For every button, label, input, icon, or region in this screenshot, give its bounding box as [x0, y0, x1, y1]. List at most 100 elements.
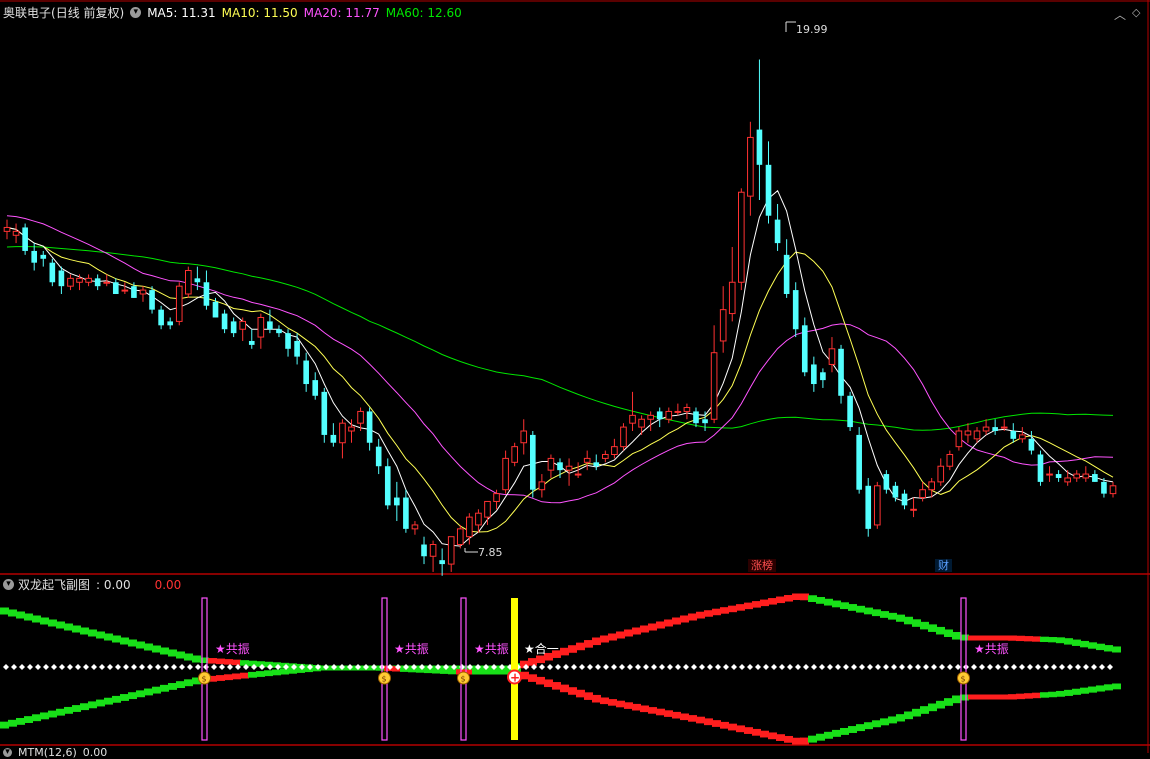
lower-dragon-line [1000, 694, 1009, 700]
candle-body [656, 411, 663, 420]
candle-body [611, 446, 618, 455]
upper-dragon-line [848, 604, 857, 611]
candle-body [873, 485, 881, 526]
diamond-nav-icon[interactable]: ◇ [1132, 6, 1140, 19]
candle-body [12, 230, 20, 236]
upper-dragon-line [1072, 639, 1081, 646]
upper-dragon-line [736, 604, 745, 611]
lower-dragon-line [616, 700, 625, 708]
upper-dragon-line [248, 660, 257, 667]
ma20-value: MA20: 11.77 [303, 5, 380, 20]
lower-dragon-line [648, 707, 657, 714]
candle-body [765, 164, 772, 216]
lower-dragon-line [680, 713, 689, 721]
upper-dragon-line [1064, 638, 1073, 645]
candle-body [484, 500, 491, 518]
finance-badge[interactable]: 财 [935, 559, 952, 572]
upper-dragon-line [72, 625, 81, 633]
upper-dragon-line [1040, 636, 1049, 643]
chevron-down-icon[interactable]: ▾ [3, 579, 14, 590]
lower-dragon-line [144, 688, 153, 696]
candle-body [502, 457, 509, 491]
candle-body [801, 325, 808, 373]
candle-body [602, 453, 609, 459]
candle-body [946, 453, 954, 467]
chevron-up-icon[interactable]: ︿ [1114, 6, 1126, 23]
main-header: 奥联电子 (日线 前复权) ▾ MA5: 11.31 MA10: 11.50 M… [3, 4, 462, 21]
lower-dragon-line [528, 674, 537, 682]
lower-dragon-line [424, 667, 433, 674]
upper-dragon-line [832, 600, 841, 608]
candle-body [131, 286, 137, 298]
candle-body [1019, 434, 1026, 440]
candle-body [1010, 431, 1017, 439]
stock-name[interactable]: 奥联电子 [3, 4, 51, 21]
lower-dragon-line [184, 679, 193, 687]
upper-dragon-line [200, 657, 209, 664]
lower-dragon-line [744, 727, 753, 734]
upper-dragon-line [136, 641, 145, 649]
lower-dragon-line [1016, 693, 1025, 700]
lower-dragon-line [1056, 690, 1065, 697]
candle-body [303, 360, 309, 385]
candle-body [276, 329, 282, 334]
upper-dragon-line [1024, 636, 1033, 642]
lower-dragon-line [160, 684, 169, 692]
lower-dragon-line [824, 731, 833, 739]
upper-dragon-line [608, 633, 617, 641]
indicator-name[interactable]: 双龙起飞副图 [18, 576, 90, 593]
candle-body [583, 457, 591, 463]
upper-dragon-line [216, 658, 225, 665]
upper-dragon-line [192, 655, 201, 663]
upper-dragon-line [800, 593, 809, 601]
lower-dragon-line [1048, 691, 1057, 698]
lower-dragon-line [624, 702, 633, 709]
candle-body [1000, 426, 1008, 429]
resonance-signal: ★共振 [974, 642, 1009, 656]
lower-dragon-line [248, 671, 257, 678]
upper-dragon-line [624, 629, 633, 637]
lower-dragon-line [896, 714, 905, 722]
lower-dragon-line [288, 667, 297, 674]
candle-body [955, 430, 963, 448]
candle-body [910, 508, 917, 511]
candle-body [58, 270, 65, 287]
candle-body [992, 427, 998, 431]
candle-body [1109, 485, 1117, 495]
upper-dragon-line [920, 621, 929, 630]
candle-body [811, 364, 817, 385]
lower-dragon-line [608, 699, 617, 706]
candle-body [665, 410, 673, 420]
period-label[interactable]: (日线 前复权) [51, 4, 124, 21]
chevron-down-icon[interactable]: ▾ [130, 7, 142, 18]
upper-dragon-line [744, 602, 753, 610]
lower-dragon-line [1080, 687, 1089, 694]
upper-dragon-line [864, 607, 873, 615]
lower-dragon-line [120, 694, 129, 701]
lower-dragon-line [496, 669, 505, 675]
upper-dragon-line [88, 629, 97, 637]
candle-body [112, 282, 119, 294]
candle-body [348, 426, 355, 432]
candle-body [158, 309, 164, 326]
lower-dragon-line [768, 732, 777, 740]
upper-dragon-line [32, 615, 41, 623]
lower-dragon-line [0, 721, 9, 729]
upper-dragon-line [224, 659, 233, 665]
lower-dragon-line [1104, 684, 1113, 691]
upper-dragon-line [1080, 640, 1089, 648]
lower-dragon-line [536, 676, 545, 685]
lower-dragon-line [672, 711, 681, 719]
candle-body [429, 544, 437, 557]
merge-signal-bar [511, 598, 518, 740]
upper-dragon-line [8, 609, 17, 617]
limit-list-badge[interactable]: 涨榜 [748, 559, 776, 572]
lower-dragon-line [696, 716, 705, 724]
candle-body [565, 465, 573, 471]
lower-dragon-line [104, 697, 113, 705]
upper-dragon-line [872, 609, 881, 617]
lower-dragon-line [760, 730, 769, 738]
upper-dragon-line [1008, 635, 1017, 641]
lower-dragon-line [576, 689, 585, 698]
lower-dragon-line [904, 711, 913, 720]
